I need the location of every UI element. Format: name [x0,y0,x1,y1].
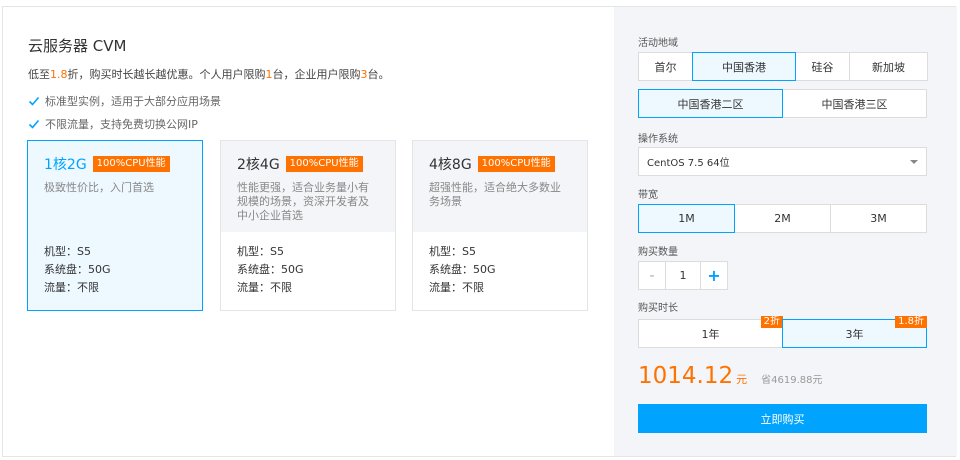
promo-discount: 1.8 [50,68,68,81]
duration-selector: 1年 2折 3年 1.8折 [638,316,927,348]
spec-traffic: 流量：不限 [237,281,292,294]
cpu-badge: 100%CPU性能 [92,156,170,172]
os-select[interactable]: CentOS 7.5 64位 [638,147,927,176]
duration-option-1y[interactable]: 1年 2折 [638,316,783,348]
bandwidth-selector: 1M 2M 3M [638,204,927,233]
bandwidth-option-2m[interactable]: 2M [734,204,831,233]
duration-label: 购买时长 [638,303,678,314]
config-panel: 活动地域 首尔 中国香港 硅谷 新加坡 中国香港二区 中国香港三区 操作系统 C… [614,7,957,456]
promo-text-part: 折，购买时长越长越优惠。个人用户限购 [67,68,266,81]
card-desc: 超强性能，适合绝大多数业务场景 [429,181,561,208]
price-saving: 省4619.88元 [761,375,823,386]
card-head: 1核2G 100%CPU性能 [44,154,202,174]
quantity-stepper: - 1 + [638,261,728,290]
instance-card-2c4g[interactable]: 2核4G 100%CPU性能 性能更强，适合业务量小有规模的场景，资深开发者及中小… [220,140,396,311]
instance-card-1c2g[interactable]: 1核2G 100%CPU性能 极致性价比，入门首选 机型：S5 系统盘：50G 流… [27,140,203,311]
bandwidth-label: 带宽 [638,190,658,201]
feature-item: 标准型实例，适用于大部分应用场景 [28,93,221,109]
duration-text: 1年 [701,327,720,341]
region-option-siliconvalley[interactable]: 硅谷 [795,52,850,81]
instance-card-4c8g[interactable]: 4核8G 100%CPU性能 超强性能，适合绝大多数业务场景 机型：S5 系统盘：… [412,140,588,311]
os-value: CentOS 7.5 64位 [647,158,730,169]
quantity-increase-button[interactable]: + [700,261,728,290]
enterprise-limit: 3 [360,68,368,81]
card-header: 2核4G 100%CPU性能 性能更强，适合业务量小有规模的场景，资深开发者及中小… [221,141,395,232]
spec-model: 机型：S5 [237,245,284,258]
spec-disk: 系统盘：50G [429,263,496,276]
spec-traffic: 流量：不限 [429,281,484,294]
card-specs: 机型：S5 系统盘：50G 流量：不限 [28,232,202,310]
price-amount: 1014.12 [638,363,734,389]
card-name: 1核2G [44,157,87,173]
purchase-panel: 云服务器 CVM 低至1.8折，购买时长越长越优惠。个人用户限购1台，企业用户限… [2,6,957,457]
price-unit: 元 [736,373,748,386]
promo-text-part: 台，企业用户限购 [272,68,361,81]
card-desc: 极致性价比，入门首选 [44,181,154,194]
duration-text: 3年 [845,327,864,341]
os-label: 操作系统 [638,134,678,145]
duration-option-3y[interactable]: 3年 1.8折 [782,316,927,348]
bandwidth-option-1m[interactable]: 1M [638,204,735,233]
region-option-singapore[interactable]: 新加坡 [849,52,928,81]
region-option-seoul[interactable]: 首尔 [638,52,693,81]
card-head: 4核8G 100%CPU性能 [429,154,587,174]
buy-now-button[interactable]: 立即购买 [638,404,927,433]
spec-disk: 系统盘：50G [237,263,304,276]
card-header: 1核2G 100%CPU性能 极致性价比，入门首选 [28,141,202,232]
card-desc: 性能更强，适合业务量小有规模的场景，资深开发者及中小企业首选 [237,181,369,222]
card-head: 2核4G 100%CPU性能 [237,154,395,174]
region-selector: 首尔 中国香港 硅谷 新加坡 [638,52,928,81]
price-summary: 1014.12 元 省4619.88元 [638,363,822,389]
spec-traffic: 流量：不限 [44,281,99,294]
quantity-decrease-button[interactable]: - [638,261,666,290]
bandwidth-option-3m[interactable]: 3M [830,204,927,233]
quantity-value[interactable]: 1 [665,261,701,290]
personal-limit: 1 [265,68,273,81]
cpu-badge: 100%CPU性能 [477,156,555,172]
card-header: 4核8G 100%CPU性能 超强性能，适合绝大多数业务场景 [413,141,587,232]
card-specs: 机型：S5 系统盘：50G 流量：不限 [413,232,587,310]
check-icon [28,96,40,106]
card-name: 2核4G [237,157,280,173]
promo-text-part: 低至 [28,68,50,81]
quantity-label: 购买数量 [638,247,678,258]
feature-text: 标准型实例，适用于大部分应用场景 [45,95,221,108]
zone-selector: 中国香港二区 中国香港三区 [638,89,927,118]
feature-item: 不限流量，支持免费切换公网IP [28,116,198,132]
promo-text-part: 台。 [367,68,390,81]
card-specs: 机型：S5 系统盘：50G 流量：不限 [221,232,395,310]
product-section: 云服务器 CVM 低至1.8折，购买时长越长越优惠。个人用户限购1台，企业用户限… [3,7,614,456]
discount-badge: 2折 [760,316,783,328]
spec-model: 机型：S5 [429,245,476,258]
cpu-badge: 100%CPU性能 [285,156,363,172]
discount-badge: 1.8折 [895,316,927,328]
promo-text: 低至1.8折，购买时长越长越优惠。个人用户限购1台，企业用户限购3台。 [28,66,390,82]
chevron-down-icon [910,160,918,164]
region-option-hongkong[interactable]: 中国香港 [692,52,796,81]
spec-disk: 系统盘：50G [44,263,111,276]
zone-option-hk3[interactable]: 中国香港三区 [782,89,927,118]
product-title: 云服务器 CVM [28,37,127,55]
card-name: 4核8G [429,157,472,173]
spec-model: 机型：S5 [44,245,91,258]
feature-text: 不限流量，支持免费切换公网IP [45,118,198,131]
zone-option-hk2[interactable]: 中国香港二区 [638,89,783,118]
check-icon [28,119,40,129]
region-label: 活动地域 [638,38,678,49]
